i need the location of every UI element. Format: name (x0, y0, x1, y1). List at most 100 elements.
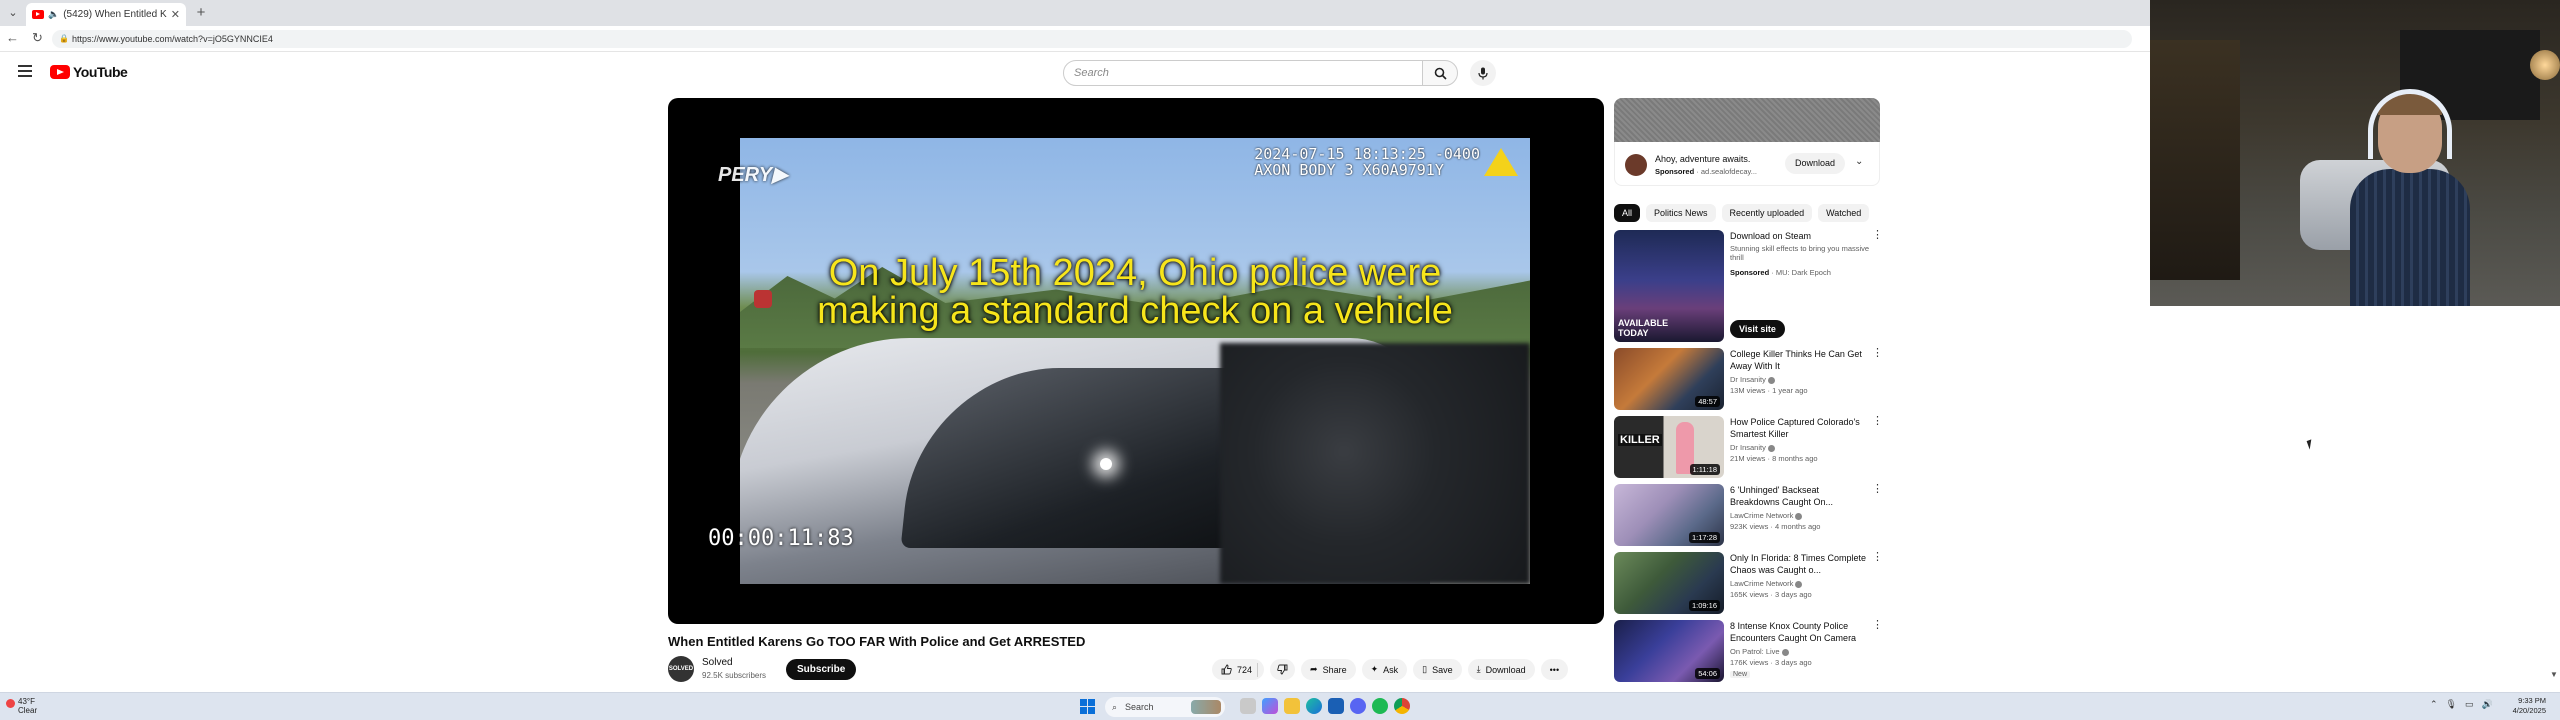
video-title[interactable]: 8 Intense Knox County Police Encounters … (1730, 620, 1870, 644)
weather-icon (6, 699, 15, 708)
video-thumbnail[interactable]: 54:06 (1614, 620, 1724, 682)
channel-name-text: On Patrol: Live (1730, 647, 1780, 656)
download-label: Download (1485, 664, 1526, 675)
sparkle-icon: ✦ (1370, 664, 1379, 674)
list-item[interactable]: 1:17:28 6 'Unhinged' Backseat Breakdowns… (1614, 484, 1884, 548)
channel-name[interactable]: Dr Insanity (1730, 443, 1775, 452)
caption-line-1: On July 15th 2024, Ohio police were (828, 252, 1442, 294)
store-icon[interactable] (1328, 698, 1344, 714)
browser-tab-active[interactable]: 🔈 (5429) When Entitled Karens... ✕ (26, 3, 186, 26)
new-tab-button[interactable]: + (192, 4, 210, 22)
edge-browser-icon[interactable] (1306, 698, 1322, 714)
channel-name[interactable]: Dr Insanity (1730, 375, 1775, 384)
video-thumbnail[interactable]: AVAILABLE TODAY (1614, 230, 1724, 342)
chevron-down-icon[interactable]: ⌄ (1855, 156, 1863, 167)
video-thumbnail[interactable]: 48:57 (1614, 348, 1724, 410)
more-vertical-icon[interactable]: ⋮ (1872, 484, 1883, 495)
more-vertical-icon[interactable]: ⋮ (1872, 620, 1883, 631)
volume-icon[interactable]: 🔊 (2482, 699, 2493, 710)
search-input[interactable]: Search (1063, 60, 1423, 86)
channel-name[interactable]: On Patrol: Live (1730, 647, 1789, 656)
chevron-up-icon[interactable]: ⌃ (2430, 699, 2438, 710)
copilot-icon[interactable] (1262, 698, 1278, 714)
close-icon[interactable]: ✕ (171, 8, 180, 21)
network-icon[interactable]: ▭ (2465, 699, 2474, 710)
video-title[interactable]: How Police Captured Colorado's Smartest … (1730, 416, 1870, 440)
channel-name[interactable]: LawCrime Network (1730, 511, 1803, 520)
chip-watched[interactable]: Watched (1818, 204, 1870, 222)
back-arrow-icon[interactable]: ← (6, 30, 19, 45)
youtube-logo[interactable]: YouTube (50, 64, 128, 80)
video-title[interactable]: College Killer Thinks He Can Get Away Wi… (1730, 348, 1870, 372)
more-vertical-icon[interactable]: ⋮ (1872, 348, 1883, 359)
thumbs-down-icon (1277, 664, 1288, 675)
verified-icon (1767, 444, 1775, 452)
sidebar-ad-banner[interactable] (1614, 98, 1880, 142)
share-button[interactable]: ➦ Share (1301, 659, 1356, 680)
video-duration: 1:09:16 (1688, 600, 1720, 611)
channel-name[interactable]: Solved (702, 657, 733, 668)
chip-recently-uploaded[interactable]: Recently uploaded (1721, 204, 1813, 222)
video-actions: 724 ➦ Share ✦ Ask ▯ Save ⤓ Download ••• (1212, 659, 1569, 680)
ad-avatar[interactable] (1625, 154, 1647, 176)
video-title[interactable]: 6 'Unhinged' Backseat Breakdowns Caught … (1730, 484, 1870, 508)
chip-politics-news[interactable]: Politics News (1646, 204, 1716, 222)
share-label: Share (1322, 664, 1347, 675)
weather-desc: Clear (18, 706, 38, 715)
ask-button[interactable]: ✦ Ask (1361, 659, 1408, 680)
ad-title[interactable]: Ahoy, adventure awaits. (1655, 154, 1750, 164)
list-item[interactable]: 1:09:16 Only In Florida: 8 Times Complet… (1614, 552, 1884, 616)
list-item[interactable]: KILLER 1:11:18 How Police Captured Color… (1614, 416, 1884, 480)
taskbar-clock[interactable]: 9:33 PM 4/20/2025 (2494, 696, 2546, 716)
discord-icon[interactable] (1350, 698, 1366, 714)
channel-avatar[interactable]: SOLVED (668, 656, 694, 682)
bodycam-device: AXON BODY 3 X60A9791Y (1254, 161, 1444, 179)
more-actions-button[interactable]: ••• (1540, 659, 1569, 680)
like-button[interactable]: 724 (1212, 659, 1265, 680)
tab-list-dropdown[interactable]: ⌄ (4, 4, 22, 22)
menu-icon[interactable] (18, 65, 32, 77)
list-item[interactable]: AVAILABLE TODAY Download on Steam Stunni… (1614, 230, 1884, 342)
microphone-icon[interactable]: 🎙 (2446, 699, 2457, 710)
dislike-button[interactable] (1270, 659, 1296, 680)
video-thumbnail[interactable]: KILLER 1:11:18 (1614, 416, 1724, 478)
reload-icon[interactable]: ↻ (32, 30, 43, 46)
save-label: Save (1432, 664, 1453, 675)
file-explorer-icon[interactable] (1284, 698, 1300, 714)
spotify-icon[interactable] (1372, 698, 1388, 714)
video-player[interactable]: 2024-07-15 18:13:25 -0400 AXON BODY 3 X6… (668, 98, 1604, 624)
search-button[interactable] (1422, 60, 1458, 86)
download-button[interactable]: ⤓ Download (1467, 659, 1535, 680)
ask-label: Ask (1383, 664, 1399, 675)
weather-widget[interactable]: 43°F Clear (6, 697, 38, 715)
scroll-down-arrow-icon[interactable]: ▼ (2550, 670, 2558, 679)
more-vertical-icon[interactable]: ⋮ (1872, 416, 1883, 427)
youtube-play-icon (50, 65, 70, 79)
more-vertical-icon[interactable]: ⋮ (1872, 552, 1883, 563)
task-view-icon[interactable] (1240, 698, 1256, 714)
windows-start-icon[interactable] (1080, 699, 1095, 714)
ad-download-button[interactable]: Download (1785, 153, 1846, 174)
visit-site-button[interactable]: Visit site (1730, 320, 1785, 338)
channel-name[interactable]: LawCrime Network (1730, 579, 1803, 588)
video-thumbnail[interactable]: 1:17:28 (1614, 484, 1724, 546)
more-vertical-icon[interactable]: ⋮ (1872, 230, 1883, 241)
browser-tab-bar: ⌄ 🔈 (5429) When Entitled Karens... ✕ + (0, 0, 2150, 26)
speaker-icon[interactable]: 🔈 (48, 9, 59, 20)
taskbar-search[interactable]: ⌕ Search (1105, 697, 1225, 717)
filter-chips: All Politics News Recently uploaded Watc… (1614, 204, 1870, 222)
video-thumbnail[interactable]: 1:09:16 (1614, 552, 1724, 614)
subscribe-button[interactable]: Subscribe (786, 659, 857, 680)
channel-name-text: Dr Insanity (1730, 375, 1766, 384)
voice-search-button[interactable] (1470, 60, 1496, 86)
chip-all[interactable]: All (1614, 204, 1641, 222)
video-title[interactable]: Only In Florida: 8 Times Complete Chaos … (1730, 552, 1870, 576)
video-duration: 1:17:28 (1688, 532, 1720, 543)
url-field[interactable]: 🔒 https://www.youtube.com/watch?v=jO5GYN… (52, 30, 2132, 48)
chrome-icon[interactable] (1394, 698, 1410, 714)
video-frame[interactable]: 2024-07-15 18:13:25 -0400 AXON BODY 3 X6… (740, 138, 1530, 584)
save-button[interactable]: ▯ Save (1413, 659, 1462, 680)
list-item[interactable]: 54:06 8 Intense Knox County Police Encou… (1614, 620, 1884, 686)
video-title[interactable]: Download on Steam (1730, 230, 1870, 242)
list-item[interactable]: 48:57 College Killer Thinks He Can Get A… (1614, 348, 1884, 412)
